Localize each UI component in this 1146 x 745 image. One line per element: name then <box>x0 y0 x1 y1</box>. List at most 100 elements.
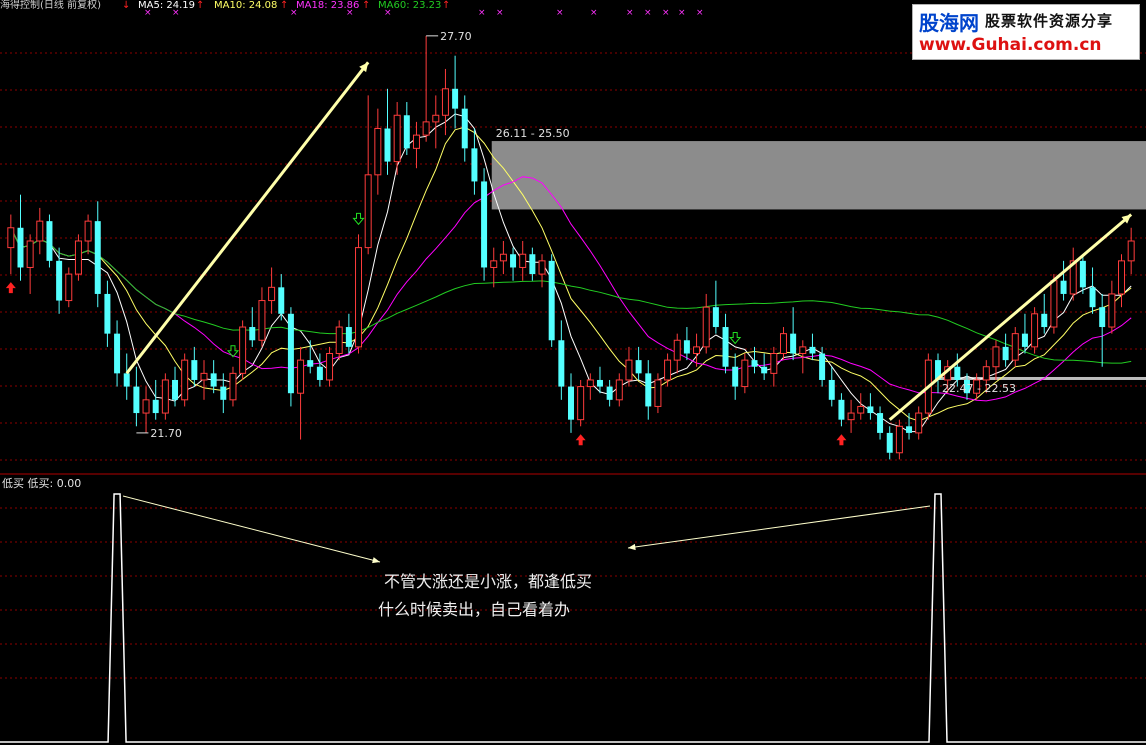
candle-body-down <box>287 313 294 394</box>
candle-body-up <box>432 114 440 123</box>
watermark-logo: 股海网 <box>919 11 979 35</box>
sell-signal-arrow-icon <box>729 332 742 345</box>
buy-signal-arrow-icon <box>836 434 847 446</box>
candle-body-up <box>770 353 778 374</box>
candle-body-down <box>152 399 159 414</box>
candle-body-down <box>596 379 603 387</box>
high-price-label: 27.70 <box>440 30 472 43</box>
ma5-up-arrow-icon: ↑ <box>196 0 205 11</box>
candle-body-up <box>586 379 594 388</box>
candle-body-down <box>954 366 961 380</box>
candle-body-up <box>693 346 701 355</box>
candle-body-up <box>982 366 990 381</box>
watermark-tagline: 股票软件资源分享 <box>985 12 1114 30</box>
candle-body-down <box>819 353 826 380</box>
candle-body-down <box>867 406 874 414</box>
candle-body-up <box>741 359 749 388</box>
candle-body-down <box>1079 260 1086 288</box>
candle-body-up <box>229 372 237 401</box>
ma18-up-arrow-icon: ↑ <box>362 0 371 11</box>
candle-body-up <box>26 240 34 268</box>
signal-cross-icon: × <box>644 8 652 18</box>
indicator-title: 低买 低买: 0.00 <box>2 477 82 490</box>
candle-body-up <box>577 386 585 421</box>
candle-body-up <box>499 253 507 262</box>
signal-cross-icon: × <box>590 8 598 18</box>
candle-body-down <box>1060 280 1067 294</box>
candle-body-up <box>625 359 633 381</box>
candle-body-up <box>393 114 401 163</box>
kline-chart-window: 27.70 21.70 26.11 - 25.50 22.47 - 22.53 × × × ×… <box>0 0 1146 745</box>
candle-body-up <box>673 339 681 361</box>
candle-body-up <box>915 412 923 434</box>
candle-body-up <box>702 306 710 348</box>
candle-body-down <box>104 293 111 334</box>
candle-body-down <box>568 386 574 420</box>
candle-body-down <box>403 115 410 149</box>
watermark-url: www.Guhai.com.cn <box>919 35 1102 55</box>
ma5-value: MA5: 24.19 <box>138 0 196 11</box>
candle-body-down <box>838 399 845 420</box>
ma10-up-arrow-icon: ↑ <box>280 0 289 11</box>
candle-body-down <box>278 287 285 314</box>
signal-cross-icon: × <box>678 8 686 18</box>
candle-body-up <box>412 134 420 149</box>
candle-body-up <box>268 286 276 302</box>
candle-body-up <box>7 227 15 249</box>
chart-canvas[interactable]: 27.70 21.70 26.11 - 25.50 22.47 - 22.53 × × × ×… <box>0 0 1146 745</box>
signal-cross-icon: × <box>662 8 670 18</box>
low-buy-indicator-line <box>0 493 1146 743</box>
signal-cross-icon: × <box>626 8 634 18</box>
resistance-zone <box>491 141 1146 210</box>
candle-body-down <box>316 366 323 380</box>
candle-body-down <box>56 260 63 301</box>
candle-body-down <box>877 413 884 433</box>
candle-body-up <box>258 300 266 341</box>
ma60-value: MA60: 23.23 <box>378 0 442 11</box>
candle-body-down <box>17 227 24 268</box>
candle-body-down <box>345 327 352 347</box>
uptrend-arrow-1 <box>125 61 370 375</box>
candle-body-down <box>114 333 121 374</box>
candle-body-down <box>384 128 391 162</box>
candle-body-down <box>133 386 140 414</box>
candle-body-down <box>529 254 536 275</box>
candle-body-up <box>422 121 430 136</box>
resistance-zone-label: 26.11 - 25.50 <box>496 127 570 140</box>
candle-body-up <box>142 399 150 414</box>
candle-body-down <box>172 379 179 400</box>
candle-body-down <box>461 108 468 149</box>
candle-body-up <box>654 379 662 407</box>
candle-body-down <box>712 307 719 328</box>
candle-body-down <box>249 327 256 341</box>
candle-body-down <box>790 333 797 354</box>
candle-body-down <box>645 373 652 407</box>
candle-body-up <box>799 346 807 355</box>
candle-body-down <box>828 379 835 400</box>
candle-body-down <box>481 181 488 268</box>
candle-body-down <box>307 360 314 367</box>
candle-body-up <box>1118 260 1126 295</box>
candle-body-up <box>857 405 865 414</box>
support-zone-label: 22.47 - 22.53 <box>942 382 1016 395</box>
candle-body-up <box>490 260 498 268</box>
candle-body-up <box>1050 280 1058 328</box>
candle-body-down <box>1089 287 1096 308</box>
candle-body-up <box>1011 333 1019 361</box>
candle-body-up <box>664 359 672 381</box>
candle-body-down <box>548 260 555 341</box>
signal-cross-icon: × <box>478 8 486 18</box>
candle-body-up <box>74 240 82 275</box>
candle-body-down <box>452 88 459 109</box>
candle-body-down <box>722 327 729 367</box>
ma60-up-arrow-icon: ↑ <box>442 0 451 11</box>
candle-body-up <box>297 359 305 394</box>
candle-body-down <box>220 386 227 400</box>
candle-body-down <box>1041 313 1048 328</box>
stock-title: 海得控制(日线 前复权) <box>0 0 101 11</box>
candle-body-down <box>1021 333 1028 347</box>
buy-signal-arrow-icon <box>5 282 16 294</box>
ma-toggle-icon[interactable]: ↓ <box>122 0 130 14</box>
buy-signal-arrow-icon <box>575 434 586 446</box>
note-pointer-right <box>627 505 931 549</box>
